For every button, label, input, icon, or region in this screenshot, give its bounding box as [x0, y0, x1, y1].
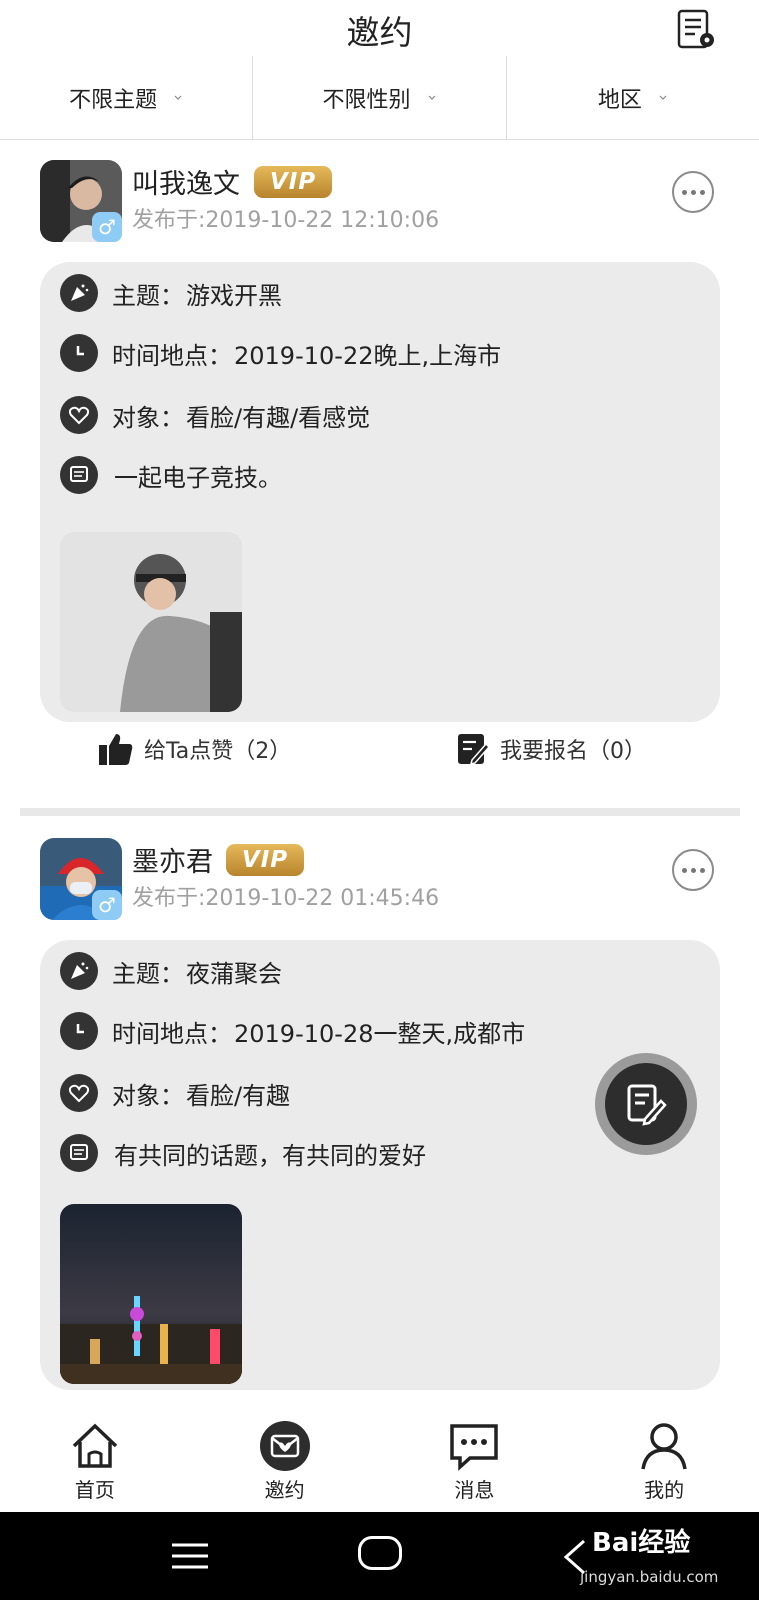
- topic-value: 游戏开黑: [186, 281, 282, 310]
- signup-label: 我要报名（0）: [500, 739, 646, 764]
- target-label: 对象：: [112, 403, 184, 432]
- topic-row: 主题： 夜蒲聚会: [60, 952, 282, 990]
- target-row: 对象： 看脸/有趣: [60, 1074, 290, 1112]
- divider: [20, 808, 740, 816]
- home-button[interactable]: [358, 1536, 402, 1570]
- vip-badge: VIP: [226, 844, 304, 876]
- filter-topic[interactable]: 不限主题: [0, 56, 252, 139]
- comment-icon: [60, 1134, 98, 1172]
- username[interactable]: 叫我逸文: [132, 162, 240, 201]
- time-place-row: 时间地点： 2019-10-28一整天,成都市: [60, 1012, 525, 1050]
- profile-icon: [641, 1423, 687, 1470]
- clock-icon: [60, 334, 98, 372]
- time-place-value: 2019-10-22晚上,上海市: [234, 341, 502, 370]
- post-card: ♂ 叫我逸文 VIP 发布于:2019-10-22 12:10:06 主题： 游…: [0, 140, 759, 820]
- tab-profile-label: 我的: [644, 1478, 685, 1502]
- edit-note-icon: [627, 1084, 667, 1126]
- target-value: 看脸/有趣/看感觉: [186, 403, 371, 432]
- target-label: 对象：: [112, 1081, 184, 1110]
- more-options-button[interactable]: [672, 171, 714, 213]
- post-time: 发布于:2019-10-22 12:10:06: [132, 208, 440, 233]
- page-title: 邀约: [346, 13, 413, 52]
- male-icon: ♂: [92, 890, 122, 920]
- filter-topic-label: 不限主题: [69, 87, 158, 113]
- more-options-button[interactable]: [672, 849, 714, 891]
- tab-invite[interactable]: 邀约: [190, 1410, 380, 1512]
- like-label: 给Ta点赞（2）: [144, 739, 292, 764]
- post-actions: 给Ta点赞（2） 我要报名（0）: [0, 732, 759, 792]
- time-place-row: 时间地点： 2019-10-22晚上,上海市: [60, 334, 501, 372]
- target-row: 对象： 看脸/有趣/看感觉: [60, 396, 370, 434]
- post-details-panel: 主题： 游戏开黑 时间地点： 2019-10-22晚上,上海市 对象： 看脸/有…: [40, 262, 720, 722]
- description-row: 有共同的话题，有共同的爱好: [60, 1134, 426, 1172]
- male-icon: ♂: [92, 212, 122, 242]
- filter-region-label: 地区: [597, 87, 642, 113]
- post-photo[interactable]: [60, 1204, 242, 1384]
- tab-profile[interactable]: 我的: [569, 1410, 759, 1512]
- description-row: 一起电子竞技。: [60, 456, 282, 494]
- topic-value: 夜蒲聚会: [186, 959, 282, 988]
- tab-home[interactable]: 首页: [0, 1410, 190, 1512]
- chevron-down-icon: [659, 95, 667, 100]
- system-nav-bar: Bai经验 jingyan.baidu.com: [0, 1512, 759, 1600]
- header: 邀约: [0, 0, 759, 56]
- comment-icon: [60, 456, 98, 494]
- heart-icon: [60, 396, 98, 434]
- sign-up-icon: [458, 734, 490, 766]
- filter-bar: 不限主题 不限性别 地区: [0, 56, 759, 140]
- heart-icon: [60, 1074, 98, 1112]
- party-icon: [60, 274, 98, 312]
- signup-button[interactable]: 我要报名（0）: [456, 732, 646, 766]
- topic-label: 主题：: [112, 281, 184, 310]
- invite-icon: [259, 1421, 310, 1471]
- chevron-down-icon: [428, 95, 435, 100]
- description-text: 一起电子竞技。: [114, 463, 282, 492]
- target-value: 看脸/有趣: [186, 1081, 291, 1110]
- clock-icon: [60, 1012, 98, 1050]
- tab-home-label: 首页: [74, 1478, 115, 1502]
- time-place-value: 2019-10-28一整天,成都市: [234, 1019, 526, 1048]
- username[interactable]: 墨亦君: [132, 840, 213, 879]
- tab-invite-label: 邀约: [264, 1478, 305, 1502]
- bottom-tab-bar: 首页 邀约 消息 我的: [0, 1410, 759, 1512]
- list-settings-icon[interactable]: [674, 8, 718, 52]
- vip-badge: VIP: [254, 166, 332, 198]
- like-button[interactable]: 给Ta点赞（2）: [98, 732, 291, 766]
- filter-gender-label: 不限性别: [322, 87, 411, 113]
- post-photo[interactable]: [60, 532, 242, 712]
- create-post-button[interactable]: [595, 1053, 697, 1155]
- time-place-label: 时间地点：: [112, 1019, 232, 1048]
- chevron-down-icon: [174, 95, 182, 100]
- message-icon: [450, 1424, 499, 1471]
- time-place-label: 时间地点：: [112, 341, 232, 370]
- filter-gender[interactable]: 不限性别: [252, 56, 505, 139]
- fab-inner: [605, 1063, 687, 1145]
- menu-icon[interactable]: [170, 1542, 210, 1570]
- tab-messages-label: 消息: [454, 1478, 495, 1502]
- filter-region[interactable]: 地区: [505, 56, 759, 139]
- party-icon: [60, 952, 98, 990]
- thumbs-up-icon: [99, 734, 133, 765]
- watermark-logo: Bai经验: [592, 1528, 691, 1558]
- home-icon: [72, 1423, 118, 1468]
- topic-row: 主题： 游戏开黑: [60, 274, 282, 312]
- tab-messages[interactable]: 消息: [380, 1410, 570, 1512]
- post-details-panel: 主题： 夜蒲聚会 时间地点： 2019-10-28一整天,成都市 对象： 看脸/…: [40, 940, 720, 1390]
- watermark-url: jingyan.baidu.com: [580, 1568, 719, 1586]
- post-time: 发布于:2019-10-22 01:45:46: [132, 886, 440, 911]
- topic-label: 主题：: [112, 959, 184, 988]
- description-text: 有共同的话题，有共同的爱好: [114, 1141, 426, 1170]
